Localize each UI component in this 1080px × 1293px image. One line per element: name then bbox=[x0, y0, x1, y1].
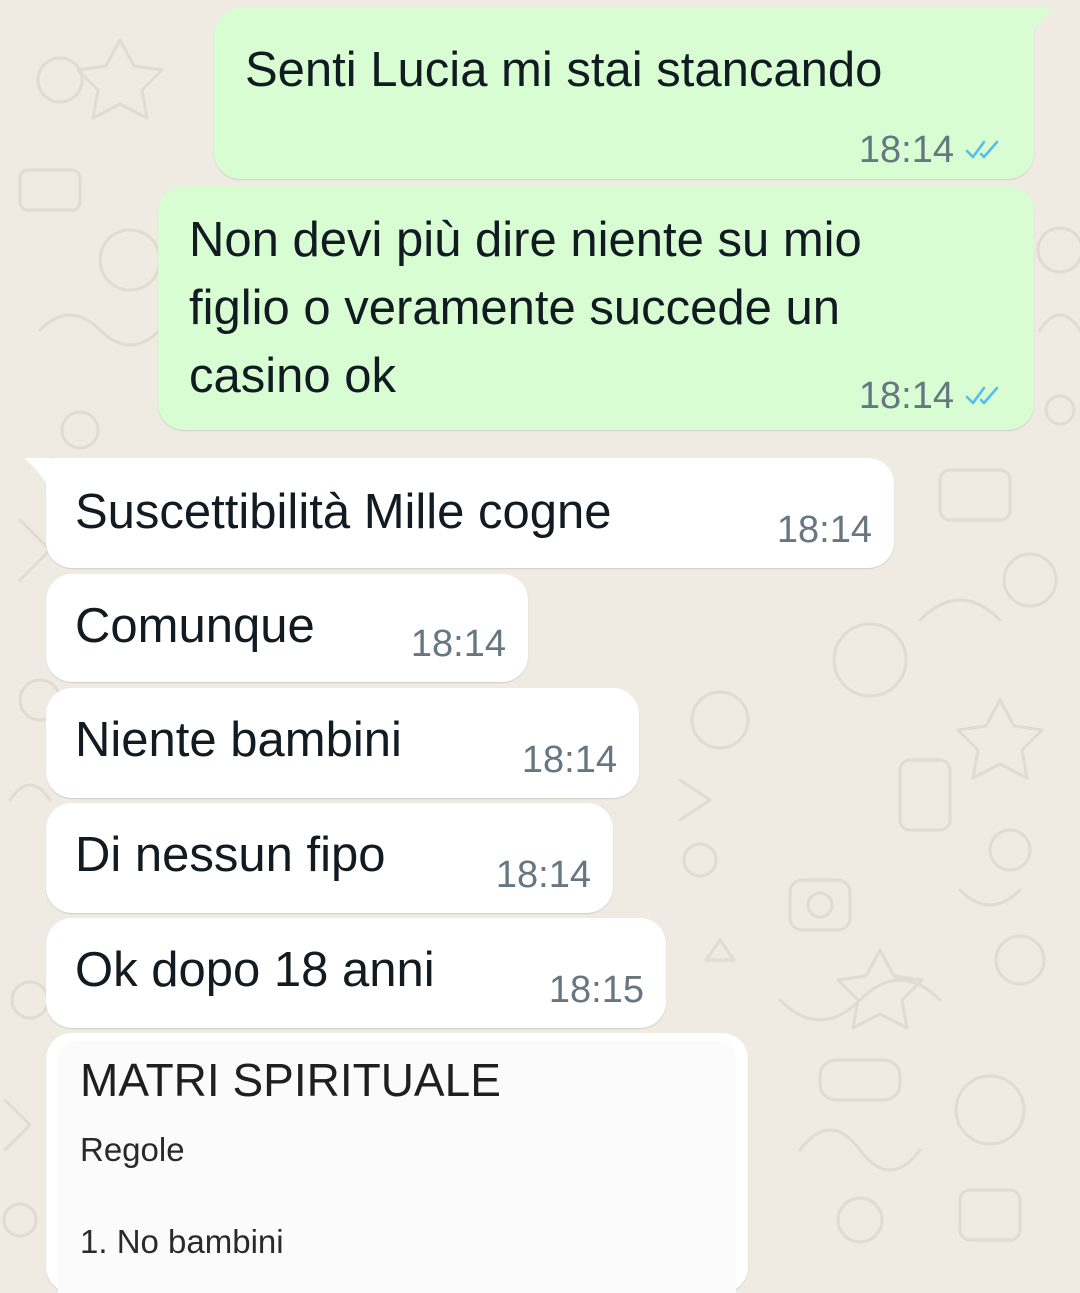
incoming-message[interactable]: Di nessun fipo 18:14 bbox=[46, 803, 613, 913]
message-meta: 18:15 bbox=[549, 970, 644, 1010]
message-meta: 18:14 bbox=[859, 130, 1004, 170]
bubble-tail-icon bbox=[1028, 8, 1054, 38]
message-time: 18:14 bbox=[858, 375, 954, 417]
double-check-read-icon bbox=[965, 140, 999, 159]
message-time: 18:14 bbox=[495, 854, 591, 896]
message-text: Ok dopo 18 anni bbox=[75, 943, 435, 997]
incoming-message[interactable]: Suscettibilità Mille cogne 18:14 bbox=[24, 458, 894, 568]
bubble-tail-icon bbox=[24, 458, 50, 488]
message-meta: 18:14 bbox=[522, 740, 617, 780]
message-text: Senti Lucia mi stai stancando bbox=[245, 43, 883, 97]
document-rule: 1. No bambini bbox=[80, 1223, 284, 1260]
incoming-message[interactable]: Ok dopo 18 anni 18:15 bbox=[46, 918, 666, 1028]
shared-document-message[interactable]: MATRI SPIRITUALE Regole 1. No bambini bbox=[46, 1033, 748, 1293]
outgoing-message[interactable]: Senti Lucia mi stai stancando 18:14 bbox=[214, 8, 1054, 179]
incoming-message[interactable]: Niente bambini 18:14 bbox=[46, 688, 639, 798]
message-meta: 18:14 bbox=[859, 376, 1004, 416]
document-heading: Regole bbox=[80, 1131, 185, 1168]
message-text: Niente bambini bbox=[75, 713, 402, 767]
message-meta: 18:14 bbox=[496, 855, 591, 895]
message-time: 18:14 bbox=[410, 623, 506, 665]
document-preview[interactable]: MATRI SPIRITUALE Regole 1. No bambini bbox=[58, 1041, 736, 1293]
message-text: Di nessun fipo bbox=[75, 828, 386, 882]
message-text: Non devi più dire niente su mio figlio o… bbox=[189, 213, 862, 403]
message-text: Comunque bbox=[75, 599, 315, 653]
chat-area[interactable]: Senti Lucia mi stai stancando 18:14 Non … bbox=[0, 0, 1080, 1293]
message-time: 18:15 bbox=[548, 969, 644, 1011]
message-meta: 18:14 bbox=[777, 510, 872, 550]
incoming-message[interactable]: Comunque 18:14 bbox=[46, 574, 528, 682]
message-meta: 18:14 bbox=[411, 624, 506, 664]
double-check-read-icon bbox=[965, 386, 999, 405]
message-time: 18:14 bbox=[776, 509, 872, 551]
message-time: 18:14 bbox=[858, 129, 954, 171]
outgoing-message[interactable]: Non devi più dire niente su mio figlio o… bbox=[158, 186, 1034, 430]
message-text: Suscettibilità Mille cogne bbox=[75, 485, 612, 539]
document-title: MATRI SPIRITUALE bbox=[80, 1054, 501, 1106]
message-time: 18:14 bbox=[521, 739, 617, 781]
